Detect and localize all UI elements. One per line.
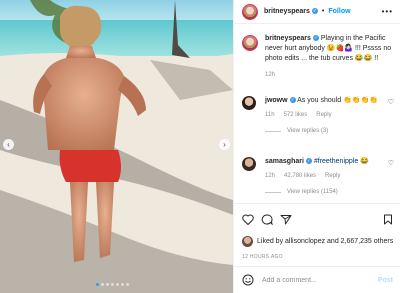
verified-badge-icon: ✓ — [311, 8, 318, 15]
comment-item: samasghari ✓ #freethenipple 😂 12h 42,780 … — [242, 157, 394, 197]
comment-hashtag[interactable]: #freethenipple — [314, 158, 358, 165]
likes-text[interactable]: Liked by allisonclopez and 2,667,235 oth… — [257, 238, 393, 245]
commenter-avatar[interactable] — [242, 96, 256, 110]
replies-divider — [265, 191, 281, 193]
comment-bubble-icon[interactable] — [261, 214, 273, 225]
post-photo[interactable]: ‹ › — [0, 0, 233, 293]
comment-username[interactable]: samasghari — [265, 158, 304, 165]
follow-button[interactable]: Follow — [328, 8, 350, 15]
more-options-icon[interactable]: ••• — [382, 7, 393, 16]
add-comment-bar: Post — [234, 266, 400, 293]
paper-plane-icon[interactable] — [280, 214, 292, 225]
comment-text-suffix: 😂 — [360, 158, 369, 165]
caption-age: 12h — [265, 72, 276, 78]
carousel-dot — [116, 283, 119, 286]
chevron-left-icon: ‹ — [7, 139, 10, 149]
comment-likes[interactable]: 42,780 likes — [284, 171, 316, 181]
comment-item: jwoww ✓ As you should 👏👏👏👏 11h 572 likes … — [242, 96, 394, 136]
view-replies-button[interactable]: View replies (3) — [265, 126, 378, 136]
carousel-dot — [101, 283, 104, 286]
comment-like-heart-icon[interactable]: ♡ — [388, 98, 394, 106]
carousel-dot — [96, 283, 99, 286]
commenter-avatar[interactable] — [242, 157, 256, 171]
caption-author-avatar[interactable] — [242, 35, 258, 51]
author-username[interactable]: britneyspears ✓ — [264, 8, 318, 15]
post-side-panel: britneyspears ✓ • Follow ••• britneyspear… — [233, 0, 400, 293]
post-header: britneyspears ✓ • Follow ••• — [234, 0, 400, 24]
replies-divider — [265, 130, 281, 132]
comment-input[interactable] — [262, 276, 372, 284]
author-username-text[interactable]: britneyspears — [264, 8, 310, 15]
carousel-next-button[interactable]: › — [219, 139, 230, 150]
heart-icon[interactable] — [242, 214, 254, 225]
post-comment-button[interactable]: Post — [378, 277, 393, 284]
post-action-bar — [234, 203, 400, 233]
post-timestamp: 12 HOURS AGO — [242, 254, 283, 260]
comment-likes[interactable]: 572 likes — [284, 110, 308, 120]
carousel-indicator — [96, 283, 129, 286]
carousel-dot — [111, 283, 114, 286]
comment-reply-button[interactable]: Reply — [325, 171, 340, 181]
chevron-right-icon: › — [223, 139, 226, 149]
liker-avatar[interactable] — [242, 236, 253, 247]
carousel-dot — [121, 283, 124, 286]
comment-text: As you should 👏👏👏👏 — [297, 97, 378, 104]
carousel-dot — [106, 283, 109, 286]
caption-username[interactable]: britneyspears — [265, 35, 311, 42]
comment-reply-button[interactable]: Reply — [316, 110, 331, 120]
view-replies-text[interactable]: View replies (3) — [287, 126, 328, 136]
comment-age: 11h — [265, 112, 275, 118]
bookmark-icon[interactable] — [383, 214, 393, 225]
comment-username[interactable]: jwoww — [265, 97, 288, 104]
view-replies-text[interactable]: View replies (1154) — [287, 187, 338, 197]
verified-badge-icon: ✓ — [289, 97, 296, 104]
header-separator: • — [321, 8, 325, 15]
author-avatar[interactable] — [242, 3, 258, 20]
beach-photo-illustration — [0, 0, 233, 293]
verified-badge-icon: ✓ — [312, 35, 319, 42]
carousel-dot — [126, 283, 129, 286]
view-replies-button[interactable]: View replies (1154) — [265, 187, 369, 197]
comment-like-heart-icon[interactable]: ♡ — [388, 159, 394, 167]
verified-badge-icon: ✓ — [305, 158, 312, 165]
comment-age: 12h — [265, 173, 276, 179]
smiley-icon[interactable] — [242, 274, 254, 286]
post-caption: britneyspears ✓ Playing in the Pacific ne… — [242, 34, 394, 80]
carousel-prev-button[interactable]: ‹ — [3, 139, 14, 150]
likes-summary[interactable]: Liked by allisonclopez and 2,667,235 oth… — [242, 236, 393, 247]
